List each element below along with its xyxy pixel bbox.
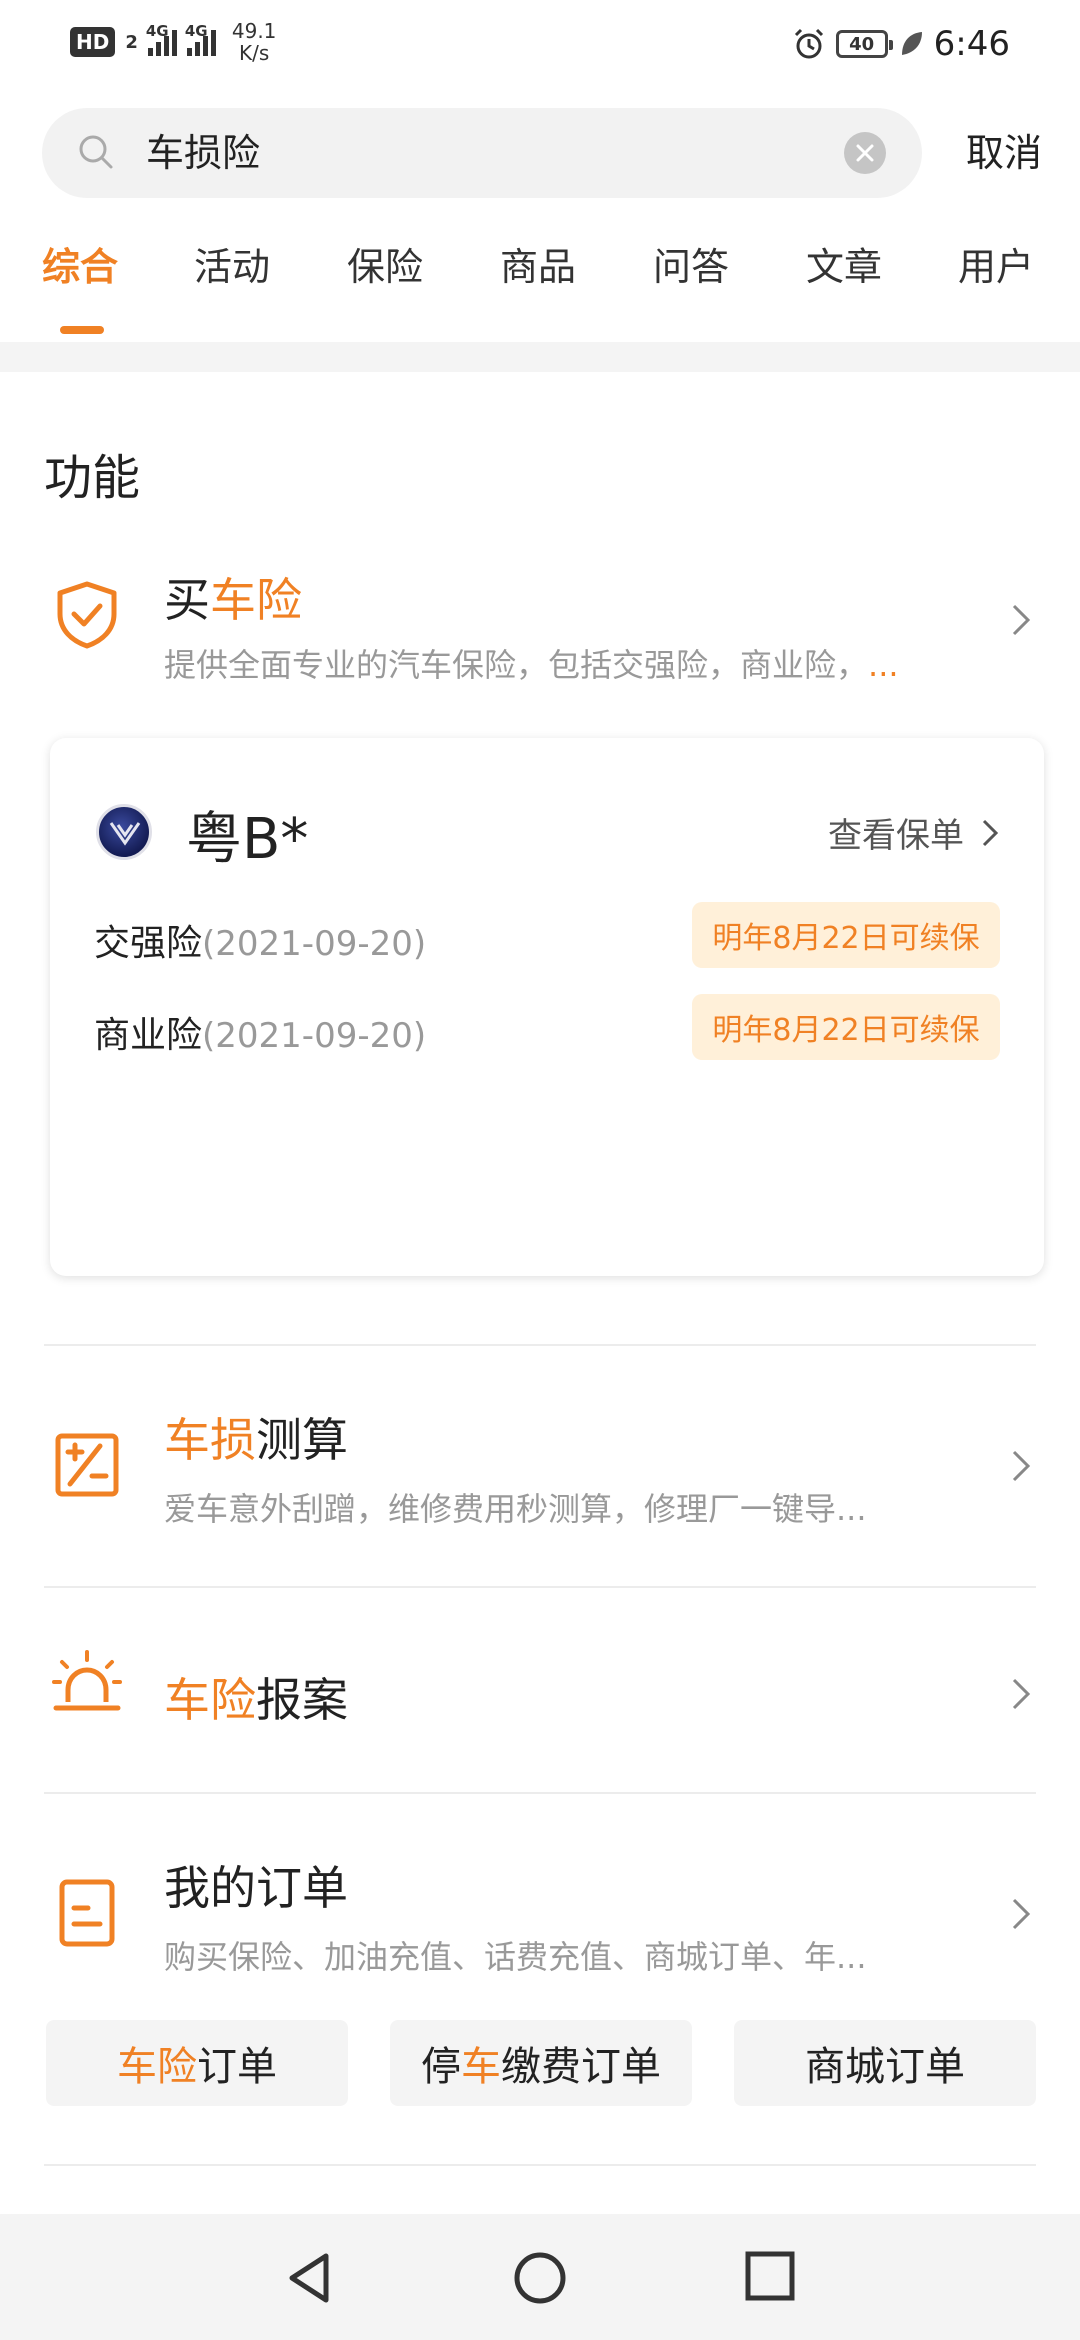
signal-icon-1: 4G bbox=[146, 22, 177, 56]
tab-products[interactable]: 商品 bbox=[500, 236, 576, 291]
search-input[interactable] bbox=[146, 108, 846, 198]
buy-insurance-title: 买车险 bbox=[164, 564, 302, 630]
button-highlight: 车险 bbox=[117, 2044, 197, 2090]
view-policy-label: 查看保单 bbox=[828, 816, 964, 856]
tab-comprehensive[interactable]: 综合 bbox=[42, 236, 118, 291]
order-list-icon bbox=[59, 1879, 115, 1947]
title-suffix: 测算 bbox=[256, 1413, 348, 1467]
network-type-2: 4G bbox=[184, 22, 208, 40]
damage-calc-row[interactable]: 车损测算 爱车意外刮蹭，维修费用秒测算，修理厂一键导... bbox=[44, 1400, 1044, 1540]
button-prefix: 停 bbox=[421, 2044, 461, 2090]
mall-orders-button[interactable]: 商城订单 bbox=[734, 2020, 1036, 2106]
speed-value: 49.1 bbox=[231, 19, 277, 43]
title-highlight: 车险 bbox=[210, 573, 302, 627]
report-claim-row[interactable]: 车险报案 bbox=[44, 1640, 1044, 1750]
section-divider bbox=[0, 342, 1080, 372]
title-suffix: 报案 bbox=[256, 1673, 348, 1727]
speed-unit: K/s bbox=[239, 41, 270, 65]
title-highlight: 车险 bbox=[164, 1673, 256, 1727]
policy-name: 商业险 bbox=[94, 1015, 203, 1056]
title-prefix: 买 bbox=[164, 573, 210, 627]
chevron-right-icon bbox=[1012, 1678, 1031, 1710]
button-suffix: 订单 bbox=[197, 2044, 277, 2090]
car-brand-logo bbox=[96, 804, 152, 860]
view-policy-link[interactable]: 查看保单 bbox=[828, 808, 1000, 857]
network-type-1: 4G bbox=[145, 22, 169, 40]
home-icon[interactable] bbox=[512, 2250, 568, 2306]
active-tab-indicator bbox=[60, 326, 104, 334]
battery-level: 40 bbox=[849, 33, 875, 55]
calculator-icon bbox=[55, 1433, 119, 1497]
policy-card: 粤B* 查看保单 交强险(2021-09-20) 明年8月22日可续保 商业险(… bbox=[50, 738, 1044, 1276]
chevron-right-icon bbox=[982, 819, 999, 846]
button-suffix: 缴费订单 bbox=[501, 2044, 661, 2090]
license-plate: 粤B* bbox=[186, 807, 309, 872]
clock: 6:46 bbox=[933, 24, 1010, 64]
policy-date: (2021-09-20) bbox=[202, 1016, 427, 1056]
alarm-light-icon bbox=[52, 1650, 122, 1711]
report-claim-title: 车险报案 bbox=[164, 1664, 348, 1730]
shield-check-icon bbox=[57, 581, 117, 649]
category-tabs: 综合 活动 保险 商品 问答 文章 用户 bbox=[0, 228, 1080, 338]
buy-insurance-row[interactable]: 买车险 提供全面专业的汽车保险，包括交强险，商业险，... bbox=[44, 560, 1044, 690]
recents-icon[interactable] bbox=[744, 2250, 796, 2302]
search-row: 取消 bbox=[42, 108, 1042, 198]
subtitle-text: 提供全面专业的汽车保险，包括交强险，商业险， bbox=[164, 646, 869, 684]
tab-articles[interactable]: 文章 bbox=[806, 236, 882, 291]
divider bbox=[44, 1792, 1036, 1794]
chevron-right-icon bbox=[1012, 1450, 1031, 1482]
policy-name: 交强险 bbox=[94, 923, 203, 964]
subtitle-ellipsis: ... bbox=[868, 646, 899, 684]
chevron-right-icon bbox=[1012, 1898, 1031, 1930]
policy-date: (2021-09-20) bbox=[202, 924, 427, 964]
tab-qa[interactable]: 问答 bbox=[653, 236, 729, 291]
section-title: 功能 bbox=[44, 450, 141, 506]
my-orders-title: 我的订单 bbox=[164, 1861, 348, 1915]
renewal-badge: 明年8月22日可续保 bbox=[692, 902, 1000, 968]
divider bbox=[44, 2164, 1036, 2166]
status-right: 40 6:46 bbox=[792, 24, 1010, 64]
cancel-button[interactable]: 取消 bbox=[966, 108, 1042, 198]
button-highlight: 车 bbox=[461, 2044, 501, 2090]
damage-calc-title: 车损测算 bbox=[164, 1404, 348, 1470]
my-orders-subtitle: 购买保险、加油充值、话费充值、商城订单、年... bbox=[164, 1938, 867, 1976]
sim-indicator: 2 bbox=[125, 31, 138, 53]
system-nav-bar bbox=[0, 2214, 1080, 2340]
hd-indicator: HD bbox=[70, 27, 116, 57]
my-orders-row[interactable]: 我的订单 购买保险、加油充值、话费充值、商城订单、年... bbox=[44, 1848, 1044, 1988]
parking-orders-button[interactable]: 停车缴费订单 bbox=[390, 2020, 692, 2106]
damage-calc-subtitle: 爱车意外刮蹭，维修费用秒测算，修理厂一键导... bbox=[164, 1490, 867, 1528]
leaf-icon bbox=[901, 32, 922, 55]
status-bar: HD 2 4G 4G 49.1 K/s 40 6:46 bbox=[0, 0, 1080, 92]
battery-icon: 40 bbox=[835, 30, 893, 58]
status-left: HD 2 4G 4G 49.1 K/s bbox=[70, 20, 276, 64]
signal-icon-2: 4G bbox=[185, 22, 216, 56]
chevron-right-icon bbox=[1012, 604, 1031, 636]
divider bbox=[44, 1344, 1036, 1346]
button-suffix: 商城订单 bbox=[805, 2044, 965, 2090]
network-speed: 49.1 K/s bbox=[232, 20, 277, 64]
alarm-icon bbox=[794, 28, 823, 59]
tab-users[interactable]: 用户 bbox=[958, 236, 1034, 291]
policy-item: 交强险(2021-09-20) bbox=[94, 914, 426, 966]
title-highlight: 车损 bbox=[164, 1413, 256, 1467]
insurance-orders-button[interactable]: 车险 订单 bbox=[46, 2020, 348, 2106]
buy-insurance-subtitle: 提供全面专业的汽车保险，包括交强险，商业险，... bbox=[164, 640, 964, 686]
search-box[interactable] bbox=[42, 108, 922, 198]
tab-insurance[interactable]: 保险 bbox=[347, 236, 423, 291]
clear-search-icon[interactable] bbox=[844, 132, 886, 174]
tab-activity[interactable]: 活动 bbox=[194, 236, 270, 291]
back-icon[interactable] bbox=[284, 2250, 334, 2306]
search-icon bbox=[79, 135, 113, 169]
policy-item: 商业险(2021-09-20) bbox=[94, 1006, 426, 1058]
renewal-badge: 明年8月22日可续保 bbox=[692, 994, 1000, 1060]
divider bbox=[44, 1586, 1036, 1588]
